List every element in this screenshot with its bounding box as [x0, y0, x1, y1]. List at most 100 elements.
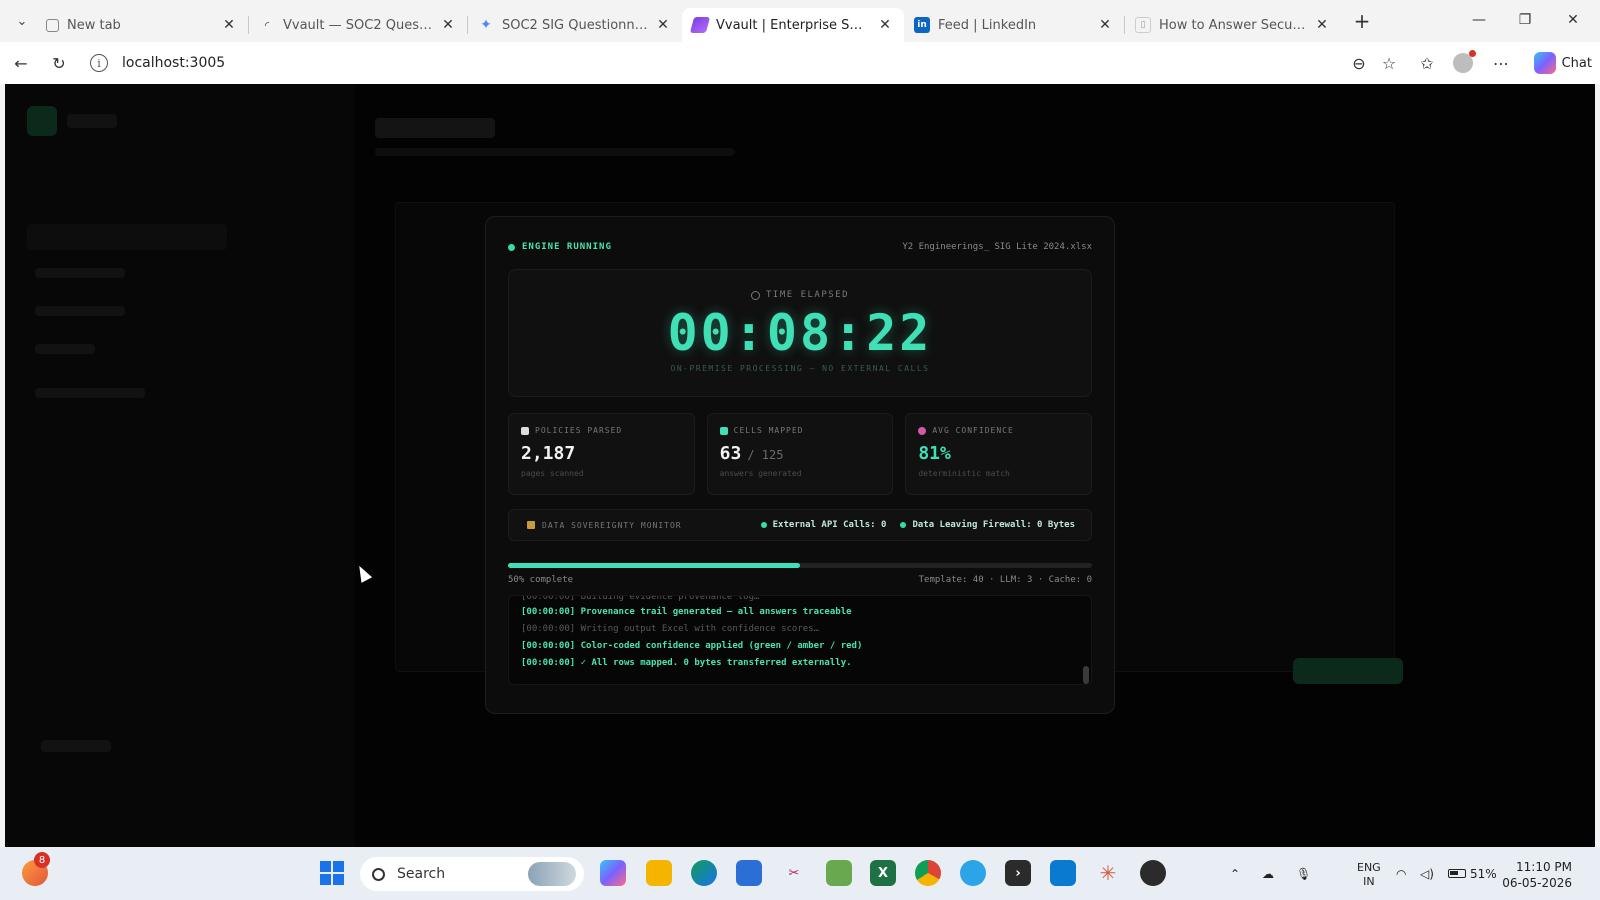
- edge-beta-icon[interactable]: [960, 860, 986, 886]
- page-icon: ▯: [1135, 17, 1151, 33]
- stat-label-row: AVG CONFIDENCE: [918, 426, 1079, 435]
- wifi-icon[interactable]: ◠: [1396, 847, 1406, 900]
- monitor-stats: External API Calls: 0 Data Leaving Firew…: [760, 520, 1075, 530]
- stat-label: CELLS MAPPED: [733, 426, 804, 435]
- microphone-icon[interactable]: 🎙: [1296, 847, 1311, 900]
- minimize-button[interactable]: —: [1456, 0, 1502, 40]
- snipping-tool-icon[interactable]: ✂: [781, 860, 807, 886]
- edge-browser-icon[interactable]: [691, 860, 717, 886]
- tab-actions-menu-button[interactable]: ⌄: [8, 7, 36, 35]
- stat-total: / 125: [747, 448, 784, 462]
- monitor-title-text: DATA SOVEREIGNTY MONITOR: [542, 520, 682, 530]
- status-dot-icon: [760, 522, 767, 528]
- stat-sub: deterministic match: [918, 469, 1010, 478]
- language-indicator[interactable]: ENG IN: [1357, 861, 1381, 889]
- tab-new-tab[interactable]: New tab ✕: [36, 8, 248, 42]
- onedrive-icon[interactable]: ☁: [1262, 847, 1274, 900]
- processing-log[interactable]: [00:00:00] Building evidence provenance …: [508, 595, 1092, 685]
- close-icon[interactable]: ✕: [876, 17, 894, 33]
- tab-soc2-sig[interactable]: ✦ SOC2 SIG Questionnaire Time ✕: [468, 8, 682, 42]
- tab-title: New tab: [67, 17, 121, 33]
- file-explorer-icon[interactable]: [646, 860, 672, 886]
- linkedin-icon: in: [914, 17, 930, 33]
- zoom-icon[interactable]: ⊖: [1342, 46, 1376, 80]
- loading-icon: ◜: [264, 18, 270, 32]
- excel-icon[interactable]: X: [870, 860, 896, 886]
- log-line: [00:00:00] Building evidence provenance …: [521, 596, 760, 602]
- nav-item-dimmed: [35, 268, 125, 278]
- reload-button[interactable]: ↻: [42, 46, 76, 80]
- copilot-chat-button[interactable]: Chat: [1533, 47, 1592, 79]
- vvault-icon: [689, 17, 711, 33]
- stat-label: AVG CONFIDENCE: [932, 426, 1014, 435]
- favorite-star-icon[interactable]: ☆: [1372, 46, 1406, 80]
- progress-breakdown: Template: 40 · LLM: 3 · Cache: 0: [918, 575, 1092, 585]
- data-sovereignty-monitor: DATA SOVEREIGNTY MONITOR External API Ca…: [508, 509, 1092, 541]
- stat-policies-parsed: POLICIES PARSED 2,187 pages scanned: [508, 413, 695, 495]
- log-scrollbar[interactable]: [1083, 666, 1089, 684]
- favorites-icon[interactable]: ✩: [1410, 46, 1444, 80]
- photos-icon[interactable]: [826, 860, 852, 886]
- tab-linkedin[interactable]: in Feed | LinkedIn ✕: [904, 8, 1124, 42]
- tab-vvault-soc2[interactable]: ◜ Vvault — SOC2 Questionnaire ✕: [249, 8, 467, 42]
- address-bar[interactable]: i localhost:3005: [80, 47, 1390, 79]
- nav-item-dimmed: [35, 344, 95, 354]
- clock-time: 11:10 PM: [1516, 860, 1572, 874]
- restore-button[interactable]: ❐: [1502, 0, 1548, 40]
- close-icon[interactable]: ✕: [654, 17, 672, 33]
- tab-title: Vvault — SOC2 Questionnaire: [283, 17, 433, 33]
- vscode-icon[interactable]: [1050, 860, 1076, 886]
- status-dot-icon: [900, 522, 907, 528]
- search-highlight-image: [528, 862, 576, 886]
- data-leaving-firewall: Data Leaving Firewall: 0 Bytes: [900, 520, 1075, 530]
- tab-title: How to Answer Security Ques: [1159, 17, 1307, 33]
- log-line: [00:00:00] Provenance trail generated — …: [521, 607, 852, 617]
- close-icon[interactable]: ✕: [1313, 17, 1331, 33]
- nav-item-dimmed: [35, 388, 145, 398]
- close-icon[interactable]: ✕: [220, 17, 238, 33]
- app-name-dimmed: [67, 114, 117, 128]
- taskbar-search[interactable]: Search: [360, 857, 584, 891]
- clock-icon: [750, 290, 760, 300]
- source-filename: Y2 Engineerings_ SIG Lite 2024.xlsx: [902, 242, 1092, 252]
- close-icon[interactable]: ✕: [439, 17, 457, 33]
- new-tab-icon: [46, 18, 59, 32]
- stat-label-row: POLICIES PARSED: [521, 426, 682, 435]
- tab-vvault-enterprise[interactable]: Vvault | Enterprise Security Au ✕: [682, 8, 904, 42]
- volume-icon[interactable]: ◁): [1420, 847, 1434, 900]
- davinci-resolve-icon[interactable]: [1140, 860, 1166, 886]
- copilot-label: Chat: [1561, 55, 1592, 71]
- mouse-cursor: [353, 563, 373, 583]
- battery-indicator[interactable]: 51%: [1448, 847, 1497, 900]
- timer-subtitle: ON-PREMISE PROCESSING — NO EXTERNAL CALL…: [670, 364, 930, 373]
- stat-value: 63: [719, 443, 742, 464]
- log-line: [00:00:00] Color-coded confidence applie…: [521, 641, 863, 651]
- data-leaving-firewall-text: Data Leaving Firewall: 0 Bytes: [912, 520, 1075, 530]
- site-info-icon[interactable]: i: [90, 54, 108, 72]
- more-menu-icon[interactable]: ⋯: [1484, 46, 1518, 80]
- battery-percent: 51%: [1470, 866, 1497, 881]
- back-button[interactable]: ←: [4, 46, 38, 80]
- copilot-app-icon[interactable]: [600, 860, 626, 886]
- region-code: IN: [1363, 875, 1375, 888]
- new-tab-button[interactable]: +: [1347, 6, 1377, 36]
- terminal-icon[interactable]: ›: [1005, 860, 1031, 886]
- monitor-title: DATA SOVEREIGNTY MONITOR: [527, 521, 682, 530]
- claude-icon[interactable]: ✳: [1095, 860, 1121, 886]
- page-viewport: ENGINE RUNNING Y2 Engineerings_ SIG Lite…: [5, 84, 1595, 847]
- system-clock[interactable]: 11:10 PM 06-05-2026: [1502, 859, 1572, 891]
- show-hidden-icons[interactable]: ⌃: [1230, 847, 1240, 900]
- external-api-calls: External API Calls: 0: [760, 520, 886, 530]
- progress-label: 50% complete: [508, 575, 574, 585]
- chrome-icon[interactable]: [915, 860, 941, 886]
- stat-sub: answers generated: [719, 469, 802, 478]
- clock-date: 06-05-2026: [1502, 876, 1572, 890]
- close-window-button[interactable]: ✕: [1550, 0, 1596, 40]
- profile-avatar[interactable]: [1446, 46, 1480, 80]
- close-icon[interactable]: ✕: [1096, 17, 1114, 33]
- stat-avg-confidence: AVG CONFIDENCE 81% deterministic match: [905, 413, 1093, 495]
- store-icon[interactable]: [736, 860, 762, 886]
- stat-value: 2,187: [521, 443, 576, 464]
- tab-security-questions[interactable]: ▯ How to Answer Security Ques ✕: [1125, 8, 1341, 42]
- start-button[interactable]: [320, 861, 344, 885]
